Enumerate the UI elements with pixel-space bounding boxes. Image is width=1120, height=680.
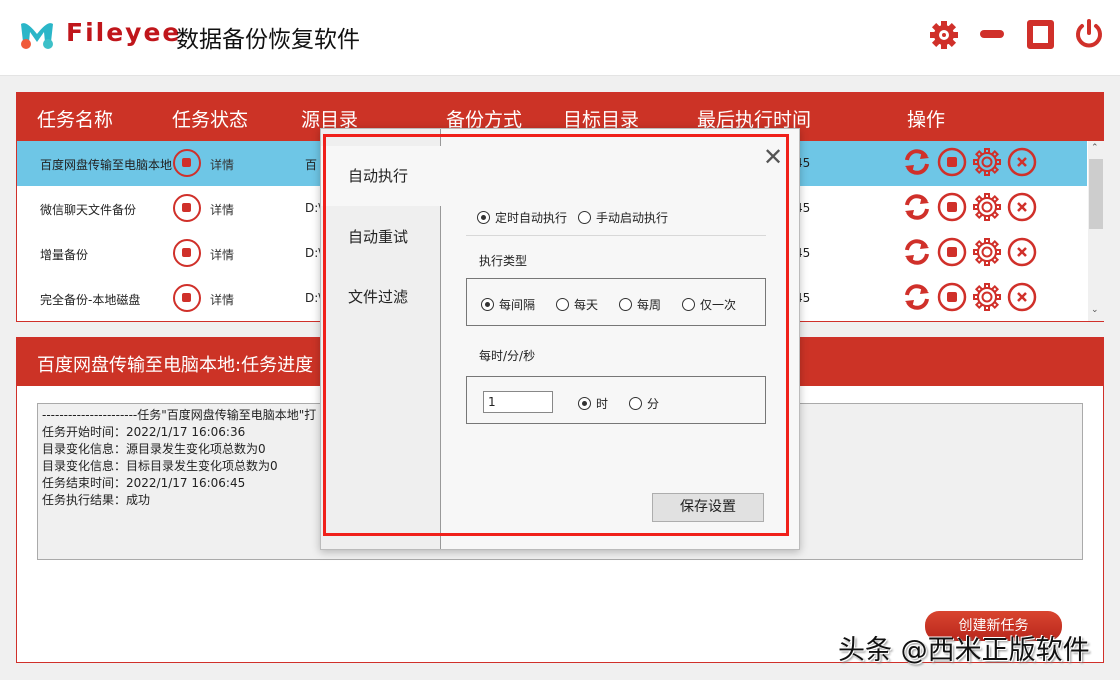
- type-group: 每间隔 每天 每周 仅一次: [466, 278, 766, 326]
- task-name: 增量备份: [40, 248, 89, 262]
- col-actions: 操作: [907, 109, 946, 131]
- task-settings-icon[interactable]: [972, 147, 1002, 177]
- task-name: 完全备份-本地磁盘: [40, 293, 141, 307]
- radio-minute[interactable]: 分: [629, 395, 659, 412]
- radio-label: 定时自动执行: [495, 211, 568, 225]
- delete-icon[interactable]: [1007, 147, 1037, 177]
- row-actions: [902, 282, 1037, 312]
- task-settings-icon[interactable]: [972, 192, 1002, 222]
- row-actions: [902, 147, 1037, 177]
- radio-hour[interactable]: 时: [578, 395, 608, 412]
- stop-icon[interactable]: [937, 147, 967, 177]
- radio-weekly[interactable]: 每周: [619, 296, 661, 313]
- radio-label: 每间隔: [499, 298, 536, 312]
- refresh-icon[interactable]: [902, 192, 932, 222]
- interval-label: 每时/分/秒: [479, 349, 536, 363]
- source-dir: 百: [305, 158, 318, 172]
- divider: [466, 235, 766, 236]
- type-label: 执行类型: [479, 254, 528, 268]
- minimize-icon[interactable]: [980, 30, 1004, 38]
- radio-label: 每天: [574, 298, 599, 312]
- table-scrollbar[interactable]: ⌃ ⌄: [1088, 141, 1104, 321]
- nav-file-filter[interactable]: 文件过滤: [321, 267, 441, 327]
- col-status: 任务状态: [172, 109, 249, 131]
- detail-link[interactable]: 详情: [210, 291, 234, 308]
- radio-label: 仅一次: [700, 298, 737, 312]
- radio-label: 每周: [637, 298, 662, 312]
- task-name: 百度网盘传输至电脑本地: [40, 158, 173, 172]
- status-stop-icon[interactable]: [173, 149, 201, 177]
- status-stop-icon[interactable]: [173, 239, 201, 267]
- dialog-nav: 自动执行 自动重试 文件过滤: [321, 129, 441, 549]
- row-actions: [902, 192, 1037, 222]
- detail-link[interactable]: 详情: [210, 156, 234, 173]
- delete-icon[interactable]: [1007, 282, 1037, 312]
- radio-manual[interactable]: 手动启动执行: [578, 209, 668, 226]
- save-settings-button[interactable]: 保存设置: [652, 493, 764, 522]
- delete-icon[interactable]: [1007, 237, 1037, 267]
- delete-icon[interactable]: [1007, 192, 1037, 222]
- app-title: 数据备份恢复软件: [176, 27, 360, 53]
- task-settings-icon[interactable]: [972, 282, 1002, 312]
- detail-link[interactable]: 详情: [210, 246, 234, 263]
- brand-name: Fileyee: [66, 18, 182, 47]
- watermark: 头条 @西米正版软件: [838, 635, 1090, 666]
- nav-auto-retry[interactable]: 自动重试: [321, 207, 441, 267]
- nav-auto-execute[interactable]: 自动执行: [321, 146, 441, 206]
- radio-once[interactable]: 仅一次: [682, 296, 736, 313]
- task-settings-icon[interactable]: [972, 237, 1002, 267]
- task-name: 微信聊天文件备份: [40, 203, 137, 217]
- fileyee-logo-icon: [21, 23, 53, 49]
- radio-label: 分: [647, 397, 660, 411]
- maximize-icon[interactable]: [1027, 20, 1054, 49]
- refresh-icon[interactable]: [902, 147, 932, 177]
- stop-icon[interactable]: [937, 237, 967, 267]
- settings-gear-icon[interactable]: [928, 19, 960, 51]
- status-stop-icon[interactable]: [173, 284, 201, 312]
- radio-interval[interactable]: 每间隔: [481, 296, 535, 313]
- stop-icon[interactable]: [937, 282, 967, 312]
- radio-label: 手动启动执行: [596, 211, 669, 225]
- radio-label: 时: [596, 397, 609, 411]
- radio-scheduled[interactable]: 定时自动执行: [477, 209, 567, 226]
- interval-group: 1 时 分: [466, 376, 766, 424]
- detail-link[interactable]: 详情: [210, 201, 234, 218]
- close-icon[interactable]: ✕: [763, 145, 783, 169]
- title-bar: Fileyee 数据备份恢复软件: [0, 0, 1120, 76]
- interval-input[interactable]: 1: [483, 391, 553, 413]
- power-icon[interactable]: [1073, 18, 1105, 50]
- settings-dialog: 自动执行 自动重试 文件过滤 ✕ 定时自动执行 手动启动执行 执行类型 每间隔 …: [320, 128, 800, 550]
- stop-icon[interactable]: [937, 192, 967, 222]
- status-stop-icon[interactable]: [173, 194, 201, 222]
- row-actions: [902, 237, 1037, 267]
- col-name: 任务名称: [37, 109, 114, 131]
- refresh-icon[interactable]: [902, 237, 932, 267]
- refresh-icon[interactable]: [902, 282, 932, 312]
- radio-daily[interactable]: 每天: [556, 296, 598, 313]
